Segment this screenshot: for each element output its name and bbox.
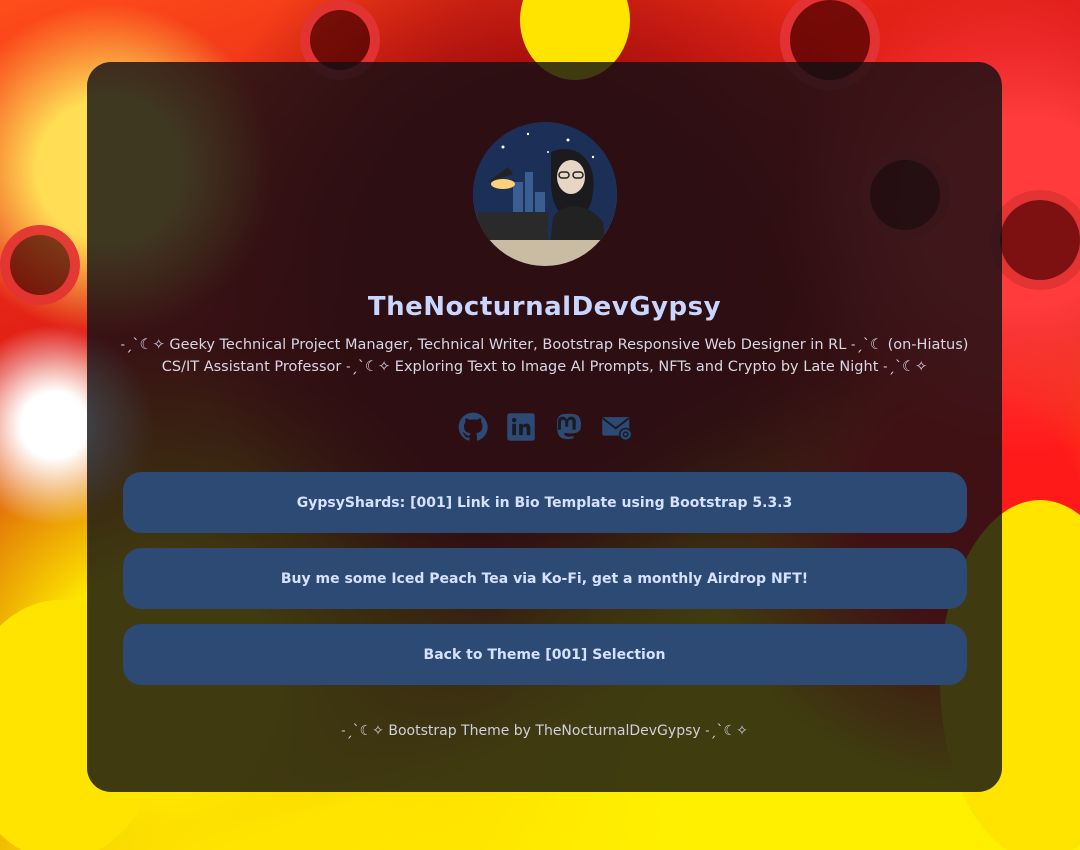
email-link[interactable] [600,410,634,444]
mastodon-icon [556,413,581,440]
mastodon-link[interactable] [552,410,586,444]
back-to-theme-button[interactable]: Back to Theme [001] Selection [122,624,967,685]
avatar [472,122,617,266]
profile-card: TheNocturnalDevGypsy ˗ˏˋ☾✧ Geeky Technic… [87,62,1002,792]
link-list: GypsyShards: [001] Link in Bio Template … [87,472,1002,685]
profile-bio: ˗ˏˋ☾✧ Geeky Technical Project Manager, T… [120,337,969,375]
social-links [87,410,1002,444]
footer-credit: ˗ˏˋ☾✧ Bootstrap Theme by TheNocturnalDev… [341,723,748,739]
gypsyshards-link-button[interactable]: GypsyShards: [001] Link in Bio Template … [122,472,967,533]
linkedin-link[interactable] [504,410,538,444]
email-icon [601,417,632,442]
linkedin-icon [506,413,535,441]
kofi-link-button[interactable]: Buy me some Iced Peach Tea via Ko-Fi, ge… [122,548,967,609]
github-icon [458,412,488,441]
avatar-illustration [472,122,617,266]
github-link[interactable] [456,410,490,444]
profile-name: TheNocturnalDevGypsy [367,292,722,322]
